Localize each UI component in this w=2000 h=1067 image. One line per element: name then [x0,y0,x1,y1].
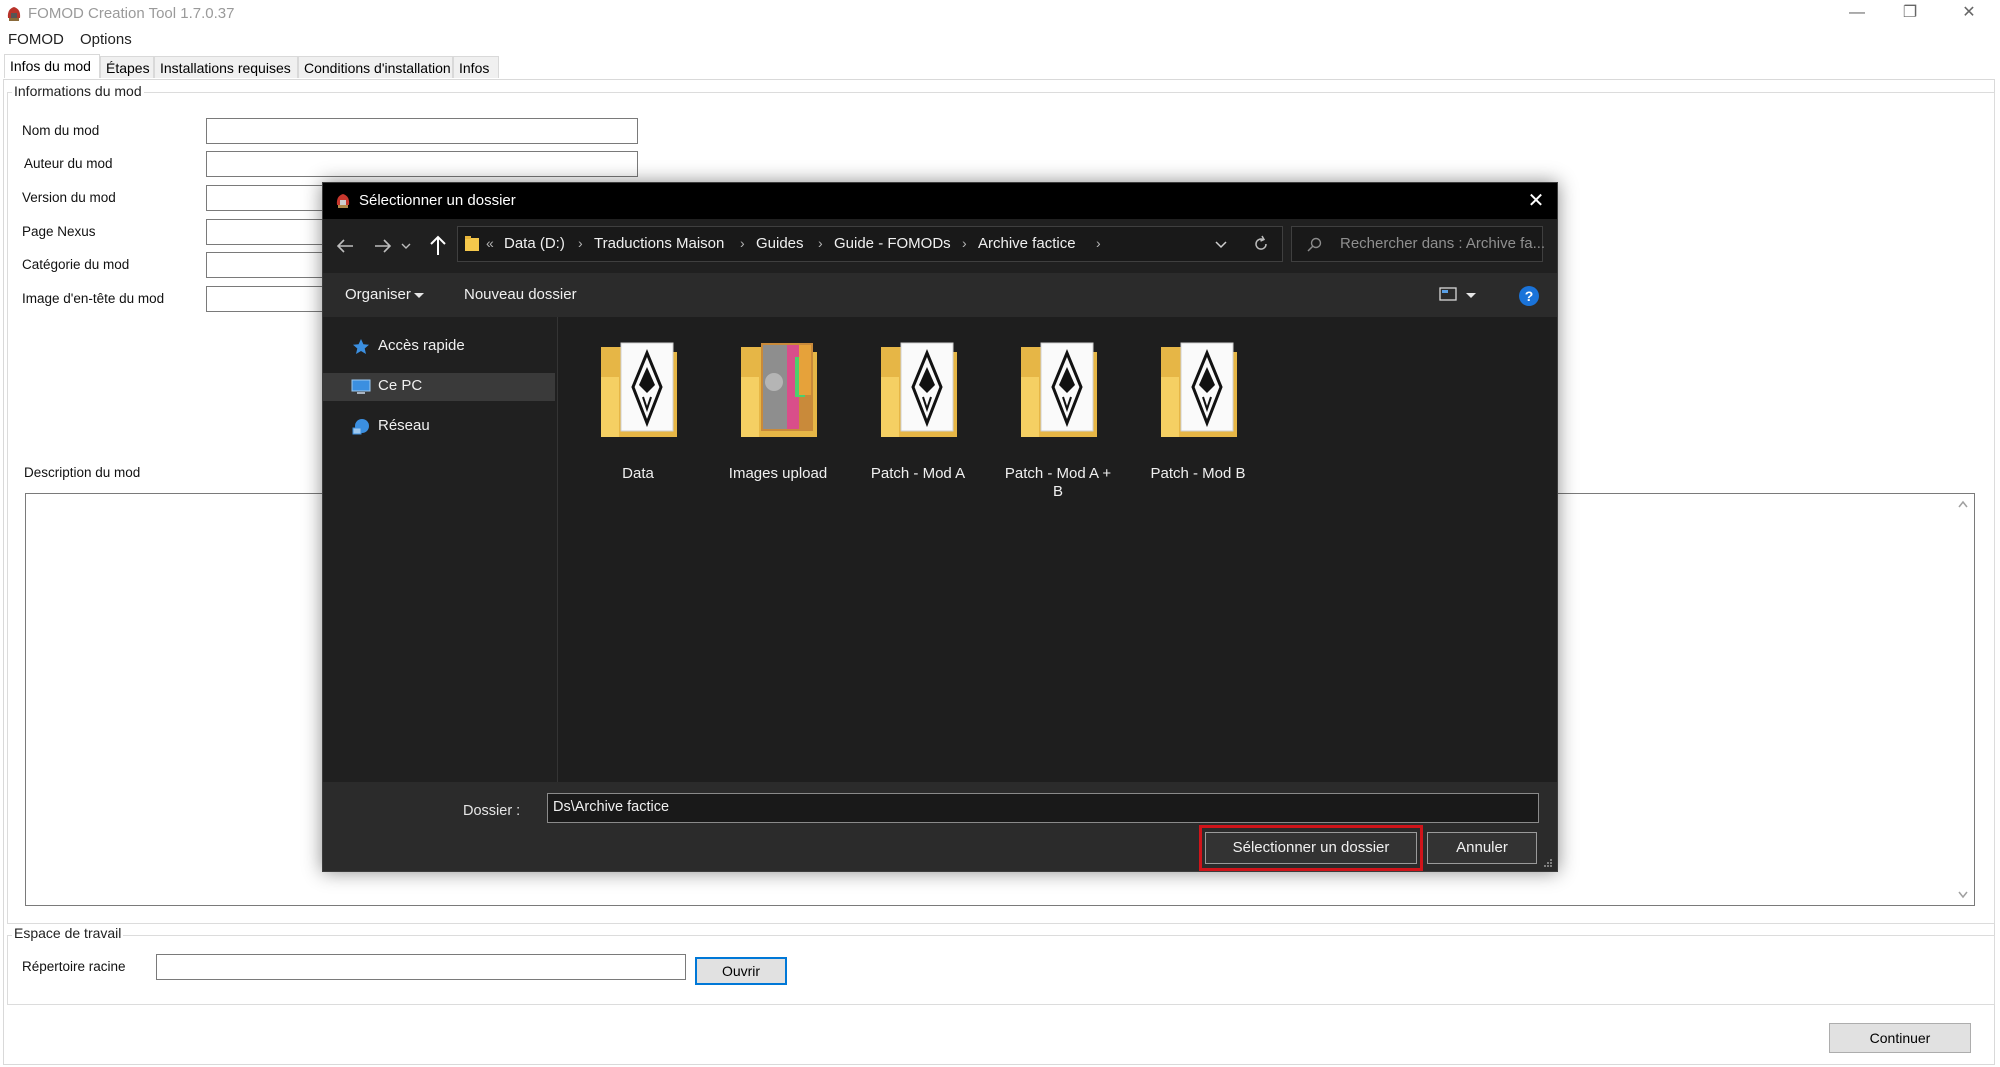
breadcrumb-archive-factice[interactable]: Archive factice [978,235,1076,252]
search-box[interactable]: Rechercher dans : Archive fa... [1291,226,1546,262]
label-mod-description: Description du mod [24,465,141,480]
window-titlebar: FOMOD Creation Tool 1.7.0.37 — ❐ ✕ [0,0,2000,28]
menu-fomod[interactable]: FOMOD [8,31,64,48]
scrollbar-arrows-icon [1958,500,1968,899]
command-bar: Organiser Nouveau dossier ? [323,273,1557,317]
label-root-directory: Répertoire racine [22,959,126,974]
workspace-caption: Espace de travail [12,925,124,941]
minimize-button[interactable]: — [1835,0,1879,28]
help-icon[interactable]: ? [1519,286,1539,306]
navigation-pane: Accès rapide Ce PC Réseau [323,317,558,782]
organize-menu[interactable]: Organiser [345,286,411,303]
breadcrumb-traductions-maison[interactable]: Traductions Maison [594,235,724,252]
select-folder-dialog: Sélectionner un dossier ✕ « Data (D:) › … [322,182,1558,872]
tab-infos-du-mod[interactable]: Infos du mod [4,54,100,78]
restore-button[interactable]: ❐ [1888,0,1932,28]
label-mod-name: Nom du mod [22,123,100,138]
cancel-button[interactable]: Annuler [1427,832,1537,864]
breadcrumb-overflow[interactable]: « [486,235,494,251]
folder-content-area: Data Images upload Patch - Mod A Patch -… [558,317,1557,782]
tab-etapes[interactable]: Étapes [100,56,154,78]
skyrim-folder-icon [881,342,957,437]
breadcrumb-separator-icon: › [740,235,745,251]
nav-quick-access-label: Accès rapide [378,337,465,354]
skyrim-folder-icon [1021,342,1097,437]
label-mod-author: Auteur du mod [24,156,113,171]
view-options-icon [1439,287,1476,301]
app-helmet-icon [7,7,21,21]
folder-label-data: Data [622,465,654,482]
skyrim-folder-icon [601,342,677,437]
open-button[interactable]: Ouvrir [695,957,787,985]
nav-quick-access[interactable]: Accès rapide [323,333,555,361]
nav-network[interactable]: Réseau [323,413,555,441]
refresh-icon[interactable] [1250,233,1272,255]
resize-grip-icon[interactable] [1543,858,1553,868]
root-directory-input[interactable] [156,954,686,980]
tab-infos[interactable]: Infos [453,56,499,78]
address-bar[interactable]: « Data (D:) › Traductions Maison › Guide… [457,226,1283,262]
image-folder-icon [741,343,817,437]
search-placeholder: Rechercher dans : Archive fa... [1340,235,1546,252]
continue-button[interactable]: Continuer [1829,1023,1971,1053]
header-image-input[interactable] [206,286,326,312]
new-folder-button[interactable]: Nouveau dossier [464,286,577,303]
nav-this-pc[interactable]: Ce PC [323,373,555,401]
breadcrumb-separator-icon: › [578,235,583,251]
description-scrollbar[interactable] [1955,497,1971,902]
mod-version-input[interactable] [206,185,326,211]
folder-label-images-upload: Images upload [728,465,828,482]
mod-author-input[interactable] [206,151,638,177]
tab-conditions-installation[interactable]: Conditions d'installation [298,56,453,78]
folder-label-patch-mod-a: Patch - Mod A [870,465,966,482]
folder-path-input[interactable]: Ds\Archive factice [547,793,1539,823]
label-header-image: Image d'en-tête du mod [22,291,165,306]
organize-dropdown-icon [414,293,424,298]
breadcrumb-separator-icon: › [962,235,967,251]
mod-category-input[interactable] [206,252,326,278]
dialog-close-icon[interactable]: ✕ [1523,188,1549,214]
breadcrumb-guide-fomods[interactable]: Guide - FOMODs [834,235,951,252]
forward-arrow-icon[interactable] [367,231,397,261]
folder-label-patch-mod-a-b: Patch - Mod A + B [1004,465,1112,500]
folder-label-patch-mod-b: Patch - Mod B [1150,465,1246,482]
recent-locations-chevron-icon[interactable] [398,231,414,261]
folder-field-label: Dossier : [463,803,521,819]
select-folder-button[interactable]: Sélectionner un dossier [1205,832,1417,864]
nav-network-label: Réseau [378,417,430,434]
view-options-button[interactable] [1439,285,1483,305]
back-arrow-icon[interactable] [331,231,361,261]
label-nexus-page: Page Nexus [22,224,96,239]
breadcrumb-data-d[interactable]: Data (D:) [504,235,565,252]
dialog-titlebar: Sélectionner un dossier ✕ [323,183,1557,219]
menu-options[interactable]: Options [80,31,132,48]
dialog-title: Sélectionner un dossier [359,192,516,209]
search-icon [1307,237,1322,252]
mod-name-input[interactable] [206,118,638,144]
star-icon [353,339,369,354]
up-arrow-icon[interactable] [423,231,453,261]
mod-info-caption: Informations du mod [12,83,144,99]
network-icon [352,419,369,435]
label-mod-version: Version du mod [22,190,116,205]
nav-this-pc-label: Ce PC [378,377,423,394]
computer-icon [351,379,371,394]
folder-small-icon [465,236,479,251]
menu-bar [0,28,2000,52]
breadcrumb-separator-icon: › [818,235,823,251]
close-button[interactable]: ✕ [1947,0,1991,28]
dialog-app-icon [336,194,350,208]
window-title: FOMOD Creation Tool 1.7.0.37 [28,5,235,22]
skyrim-folder-icon [1161,342,1237,437]
tab-installations-requises[interactable]: Installations requises [154,56,298,78]
breadcrumb-guides[interactable]: Guides [756,235,804,252]
nexus-page-input[interactable] [206,219,326,245]
address-dropdown-chevron-icon[interactable] [1210,233,1232,255]
dialog-bottom-bar: Dossier : Ds\Archive factice Sélectionne… [323,782,1557,871]
breadcrumb-separator-icon: › [1096,235,1101,251]
label-mod-category: Catégorie du mod [22,257,130,272]
